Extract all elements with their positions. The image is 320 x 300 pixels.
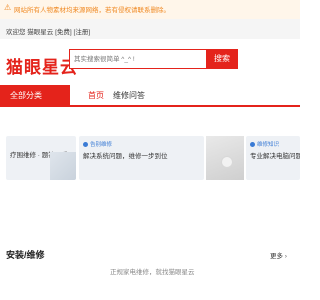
search-button[interactable]: 搜索 — [206, 49, 238, 69]
notice-text: 网站所有人物素材均来源网络，若有侵权请联系删除。 — [14, 7, 170, 14]
chevron-right-icon: › — [284, 254, 287, 260]
tab-home[interactable]: 首页 — [88, 85, 104, 107]
all-categories-button[interactable]: 全部分类 — [0, 85, 70, 107]
warning-icon: ⚠ — [4, 3, 12, 12]
card-text: 解决系统问题，维修一步到位 — [83, 153, 168, 160]
card-caption: 告别维修 — [90, 142, 113, 148]
tab-repair-qa[interactable]: 维修问答 — [113, 85, 145, 107]
search-input[interactable] — [69, 49, 206, 69]
more-link[interactable]: 更多 › — [270, 250, 287, 260]
bulb-image — [221, 156, 233, 168]
section-subtitle: 正规家电维修，就找猫眼星云 — [110, 269, 195, 276]
card-image — [50, 152, 76, 180]
card-caption: 维修知识 — [257, 142, 280, 148]
card-icon — [250, 142, 255, 147]
card-text: 专业解决电脑问题，教你系统 — [250, 153, 300, 160]
main-nav: 全部分类 首页 维修问答 — [0, 85, 300, 107]
promo-card[interactable]: 告别维修 解决系统问题，维修一步到位 — [79, 136, 204, 180]
promo-card[interactable]: 疗围维修 · 题答回手 — [6, 136, 76, 180]
welcome-links[interactable]: 欢迎您 猫眼星云 [免费] [注册] — [6, 26, 90, 36]
card-icon — [83, 142, 88, 147]
section-title: 安装/维修 — [6, 250, 45, 260]
site-logo[interactable]: 猫眼星云 — [6, 53, 78, 78]
banner-area — [0, 109, 300, 136]
site-header: 猫眼星云 搜索 — [0, 39, 300, 85]
promo-card[interactable]: 维修知识 专业解决电脑问题，教你系统 — [246, 136, 300, 180]
bulb-photo — [206, 136, 244, 180]
more-label: 更多 — [270, 253, 283, 260]
notice-bar: ⚠ 网站所有人物素材均来源网络，若有侵权请联系删除。 — [0, 0, 300, 19]
top-bar: 欢迎您 猫眼星云 [免费] [注册] — [0, 19, 300, 39]
